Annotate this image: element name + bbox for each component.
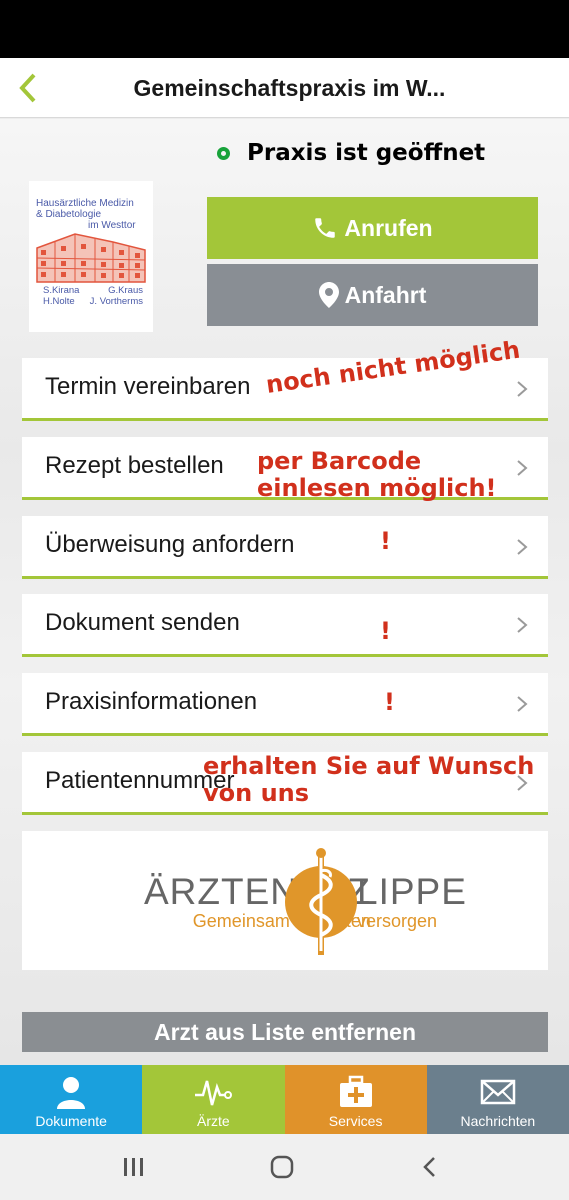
menu-item-send-document[interactable]: Dokument senden [22, 594, 548, 657]
remove-doctor-button[interactable]: Arzt aus Liste entfernen [22, 1012, 548, 1052]
menu-item-label: Überweisung anfordern [45, 531, 295, 558]
directions-label: Anfahrt [344, 281, 427, 308]
tab-aerzte[interactable]: Ärzte [142, 1065, 285, 1134]
menu-item-label: Praxisinformationen [45, 688, 258, 715]
chevron-right-icon [517, 696, 528, 712]
medical-case-icon [339, 1075, 372, 1107]
building-illustration [36, 233, 146, 283]
status-indicator-icon [217, 146, 230, 160]
tab-dokumente[interactable]: Dokumente [0, 1065, 143, 1134]
heartbeat-icon [195, 1080, 233, 1106]
menu-item-label: Rezept bestellen [45, 452, 224, 479]
tab-label: Nachrichten [460, 1113, 536, 1129]
annotation-patient-line-2: von uns [203, 779, 310, 807]
annotation-exclamation: ! [380, 527, 391, 555]
call-label: Anrufen [344, 214, 433, 241]
logo-line-1: Hausärztliche Medizin [36, 198, 134, 209]
partner-name-right: LIPPE [357, 871, 467, 912]
chevron-right-icon [517, 381, 528, 397]
status-text: Praxis ist geöffnet [247, 140, 486, 166]
partner-banner: ÄRZTENETZ Gemeinsam Patienten LIPPE vers… [22, 831, 548, 970]
directions-button[interactable]: Anfahrt [207, 264, 538, 326]
system-navigation-bar [0, 1134, 569, 1200]
doctor-name: H.Nolte [43, 296, 75, 307]
recent-apps-icon[interactable] [122, 1154, 146, 1180]
bottom-tab-bar: Dokumente Ärzte Services Nachrichten [0, 1065, 569, 1134]
person-icon [57, 1077, 86, 1109]
annotation-rezept-line-2: einlesen möglich! [257, 474, 497, 502]
map-pin-icon [318, 282, 339, 308]
app-header: Gemeinschaftspraxis im W... [0, 58, 569, 118]
page-title: Gemeinschaftspraxis im W... [133, 75, 446, 101]
caduceus-icon [285, 848, 357, 955]
tab-label: Services [328, 1113, 383, 1129]
chevron-right-icon [517, 617, 528, 633]
open-status: Praxis ist geöffnet [217, 138, 485, 168]
tab-services[interactable]: Services [284, 1065, 427, 1134]
doctor-name: S.Kirana [43, 285, 80, 296]
chevron-right-icon [517, 539, 528, 555]
annotation-exclamation: ! [380, 617, 391, 645]
menu-item-label: Dokument senden [45, 609, 240, 636]
annotation-exclamation: ! [384, 688, 395, 716]
menu-item-practice-info[interactable]: Praxisinformationen [22, 673, 548, 736]
back-nav-icon[interactable] [420, 1154, 440, 1180]
tab-label: Ärzte [197, 1113, 230, 1129]
call-button[interactable]: Anrufen [207, 197, 538, 259]
tab-label: Dokumente [35, 1113, 107, 1129]
annotation-rezept-line-1: per Barcode [257, 447, 422, 475]
doctor-name: G.Kraus [108, 285, 143, 296]
logo-line-2: & Diabetologie [36, 209, 102, 220]
menu-item-referral[interactable]: Überweisung anfordern [22, 516, 548, 579]
system-status-bar [0, 0, 569, 58]
doctor-name: J. Vortherms [89, 296, 143, 307]
menu-item-label: Termin vereinbaren [45, 373, 251, 400]
phone-icon [315, 218, 336, 238]
chevron-right-icon [517, 460, 528, 476]
annotation-patient-line-1: erhalten Sie auf Wunsch [203, 752, 535, 780]
envelope-icon [480, 1079, 516, 1105]
partner-sub-right: versorgen [357, 911, 438, 931]
home-icon[interactable] [269, 1154, 295, 1180]
practice-logo: Hausärztliche Medizin & Diabetologie im We… [29, 181, 153, 332]
tab-nachrichten[interactable]: Nachrichten [426, 1065, 569, 1134]
